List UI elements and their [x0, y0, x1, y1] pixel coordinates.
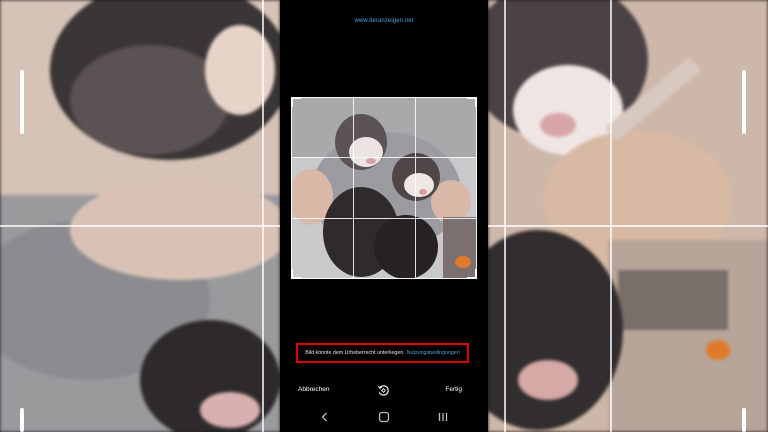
cancel-button[interactable]: Abbrechen: [298, 386, 329, 393]
crop-handle-right[interactable]: [742, 70, 746, 134]
grid-line: [0, 225, 280, 227]
ferret-photo-zoom-right: [488, 0, 768, 432]
crop-area[interactable]: [291, 97, 477, 279]
crop-handle-corner[interactable]: [20, 408, 24, 432]
crop-corner-top-right[interactable]: [467, 97, 477, 107]
done-button[interactable]: Fertig: [445, 386, 462, 393]
background-photo-left: [0, 0, 280, 432]
rotate-icon[interactable]: [377, 384, 390, 397]
terms-link[interactable]: Nutzungsbedingungen: [407, 350, 460, 356]
recents-icon[interactable]: [436, 410, 450, 424]
crop-border: [291, 97, 477, 279]
edit-actions: Abbrechen Fertig: [280, 384, 488, 398]
system-navigation-bar: [280, 408, 488, 426]
grid-line: [504, 0, 506, 432]
back-icon[interactable]: [318, 410, 332, 424]
background-photo-right: [488, 0, 768, 432]
grid-line: [610, 0, 612, 432]
phone-screen: www.tieranzeigen.net Bild könnte dem Urh…: [280, 0, 488, 432]
crop-corner-top-left[interactable]: [291, 97, 301, 107]
crop-corner-bottom-right[interactable]: [467, 269, 477, 279]
grid-line: [262, 0, 264, 432]
crop-handle-left[interactable]: [20, 70, 24, 134]
home-icon[interactable]: [377, 410, 391, 424]
crop-handle-corner[interactable]: [742, 408, 746, 432]
source-domain[interactable]: www.tieranzeigen.net: [280, 18, 488, 24]
copyright-text: Bild könnte dem Urheberrecht unterliegen…: [305, 350, 405, 356]
copyright-notice: Bild könnte dem Urheberrecht unterliegen…: [296, 343, 469, 363]
crop-corner-bottom-left[interactable]: [291, 269, 301, 279]
grid-line: [488, 225, 768, 227]
ferret-photo-zoom-left: [0, 0, 280, 432]
